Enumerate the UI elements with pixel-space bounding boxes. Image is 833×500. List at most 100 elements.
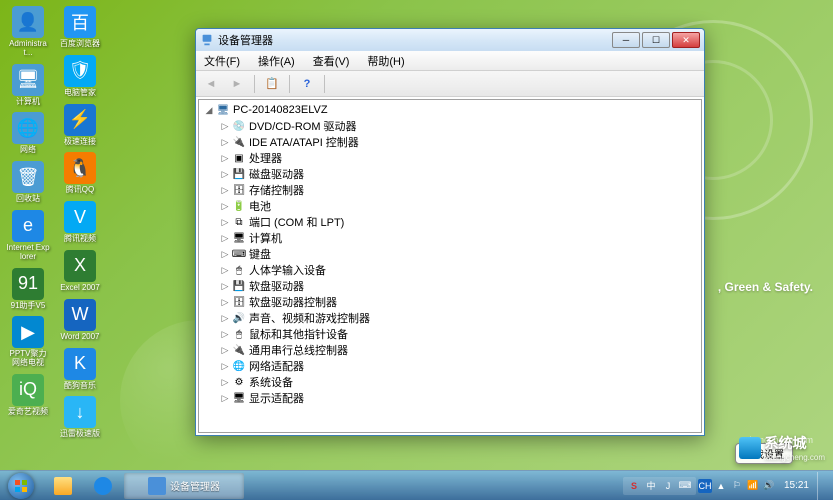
expand-icon[interactable]: ▷ [219,217,231,228]
ime-j-icon[interactable]: J [661,479,675,493]
tree-node[interactable]: ▷💾软盘驱动器 [219,278,697,294]
expand-icon[interactable]: ▷ [219,345,231,356]
expand-icon[interactable]: ▷ [219,153,231,164]
node-label: 鼠标和其他指针设备 [249,326,348,342]
desktop-icon-13[interactable]: XExcel 2007 [56,248,104,295]
tree-node[interactable]: ▷🔋电池 [219,198,697,214]
app-icon: 👤 [12,6,44,38]
tree-node[interactable]: ▷⌨键盘 [219,246,697,262]
ime-zh-icon[interactable]: 中 [644,479,658,493]
tree-node[interactable]: ▷🖥计算机 [219,230,697,246]
desktop-icon-11[interactable]: 🐧腾讯QQ [56,150,104,197]
tree-node[interactable]: ▷🔌通用串行总线控制器 [219,342,697,358]
ime-s-icon[interactable]: S [627,479,641,493]
tree-node[interactable]: ▷💿DVD/CD-ROM 驱动器 [219,118,697,134]
device-category-icon: 🔌 [231,343,247,357]
expand-icon[interactable]: ▷ [219,185,231,196]
wallpaper-tagline: , Green & Safety. [718,280,813,294]
expand-icon[interactable]: ▷ [219,361,231,372]
maximize-button[interactable]: ☐ [642,32,670,48]
clock[interactable]: 15:21 [778,480,815,491]
tree-node[interactable]: ▷🔊声音、视频和游戏控制器 [219,310,697,326]
tree-node[interactable]: ▷🔌IDE ATA/ATAPI 控制器 [219,134,697,150]
network-icon[interactable]: 📶 [746,479,760,493]
tree-node[interactable]: ▷🌐网络适配器 [219,358,697,374]
tray-chevron-icon[interactable]: ▲ [714,479,728,493]
tree-node[interactable]: ▷⧉端口 (COM 和 LPT) [219,214,697,230]
show-desktop-button[interactable] [817,472,827,500]
icon-label: 爱奇艺视频 [8,408,48,417]
taskbar-ie[interactable] [84,473,122,499]
desktop-icon-8[interactable]: 百百度浏览器 [56,4,104,51]
desktop-icon-10[interactable]: ⚡极速连接 [56,102,104,149]
taskbar-explorer[interactable] [44,473,82,499]
ime-keyboard-icon[interactable]: ⌨ [678,479,692,493]
taskbar-device-manager[interactable]: 设备管理器 [124,473,244,499]
icon-label: 百度浏览器 [60,40,100,49]
expand-icon[interactable]: ▷ [219,377,231,388]
desktop-icon-5[interactable]: 9191助手V5 [4,266,52,313]
desktop-icon-14[interactable]: WWord 2007 [56,297,104,344]
ime-indicator-group[interactable]: S 中 J ⌨ [623,477,696,495]
expand-icon[interactable]: ▷ [219,137,231,148]
tree-node[interactable]: ▷⚙系统设备 [219,374,697,390]
device-category-icon: 💾 [231,167,247,181]
menu-item-0[interactable]: 文件(F) [200,51,244,71]
device-tree-area[interactable]: ◢ 🖥 PC-20140823ELVZ ▷💿DVD/CD-ROM 驱动器▷🔌ID… [198,99,702,433]
tree-node[interactable]: ▷▣处理器 [219,150,697,166]
device-category-icon: 💿 [231,119,247,133]
desktop-icon-12[interactable]: V腾讯视频 [56,199,104,246]
app-icon: ▶ [12,316,44,348]
desktop-icon-2[interactable]: 🌐网络 [4,110,52,157]
desktop-icon-3[interactable]: 🗑回收站 [4,159,52,206]
action-center-icon[interactable]: ⚐ [730,479,744,493]
expand-icon[interactable]: ▷ [219,201,231,212]
icon-label: Internet Explorer [6,244,50,262]
tree-node[interactable]: ▷💾磁盘驱动器 [219,166,697,182]
expand-icon[interactable]: ▷ [219,313,231,324]
close-button[interactable]: ✕ [672,32,700,48]
expand-icon[interactable]: ▷ [219,249,231,260]
properties-button[interactable]: 📋 [261,74,283,94]
desktop-icon-4[interactable]: eInternet Explorer [4,208,52,264]
lang-indicator[interactable]: CH [698,479,712,493]
icon-label: 电脑管家 [64,89,96,98]
expand-icon[interactable]: ▷ [219,265,231,276]
collapse-icon[interactable]: ◢ [203,105,215,116]
start-button[interactable] [2,472,40,500]
window-controls: ─ ☐ ✕ [612,32,700,48]
expand-icon[interactable]: ▷ [219,121,231,132]
desktop-icon-9[interactable]: 🛡电脑管家 [56,53,104,100]
system-tray: S 中 J ⌨ CH ▲ ⚐ 📶 🔊 15:21 [619,472,831,500]
expand-icon[interactable]: ▷ [219,281,231,292]
titlebar[interactable]: 设备管理器 ─ ☐ ✕ [196,29,704,51]
toolbar: ◄ ► 📋 ? [196,71,704,97]
desktop-icon-16[interactable]: ↓迅雷极速版 [56,394,104,441]
app-icon: X [64,250,96,282]
desktop-icon-15[interactable]: K酷狗音乐 [56,346,104,393]
menu-item-3[interactable]: 帮助(H) [363,51,408,71]
tree-root-node[interactable]: ◢ 🖥 PC-20140823ELVZ [203,102,697,118]
help-button[interactable]: ? [296,74,318,94]
expand-icon[interactable]: ▷ [219,297,231,308]
menu-item-2[interactable]: 查看(V) [309,51,354,71]
volume-icon[interactable]: 🔊 [762,479,776,493]
tree-node[interactable]: ▷🖱人体学输入设备 [219,262,697,278]
desktop-icon-1[interactable]: 🖥计算机 [4,62,52,109]
expand-icon[interactable]: ▷ [219,169,231,180]
tree-node[interactable]: ▷🖱鼠标和其他指针设备 [219,326,697,342]
tree-node[interactable]: ▷🗄存储控制器 [219,182,697,198]
desktop-icon-7[interactable]: iQ爱奇艺视频 [4,372,52,419]
desktop-icon-0[interactable]: 👤Administrat... [4,4,52,60]
tree-node[interactable]: ▷🖥显示适配器 [219,390,697,406]
menu-item-1[interactable]: 操作(A) [254,51,299,71]
minimize-button[interactable]: ─ [612,32,640,48]
desktop-icon-6[interactable]: ▶PPTV聚力网络电视 [4,314,52,370]
device-category-icon: 🔊 [231,311,247,325]
tree-node[interactable]: ▷🗄软盘驱动器控制器 [219,294,697,310]
expand-icon[interactable]: ▷ [219,393,231,404]
expand-icon[interactable]: ▷ [219,329,231,340]
device-category-icon: 💾 [231,279,247,293]
app-icon: 🖥 [12,64,44,96]
expand-icon[interactable]: ▷ [219,233,231,244]
